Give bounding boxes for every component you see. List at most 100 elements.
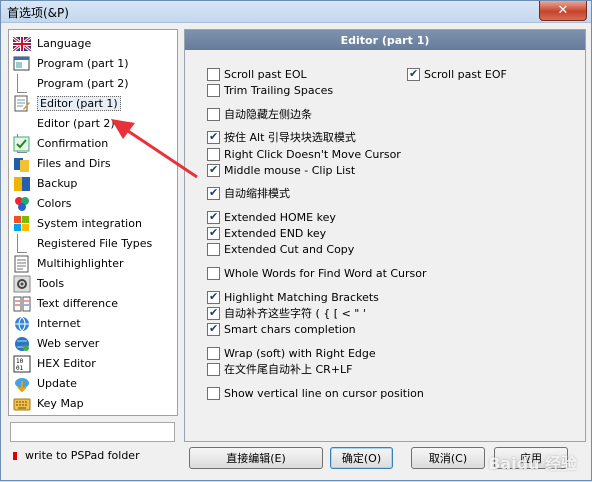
option-smart-chars[interactable]: Smart chars completion <box>207 321 356 337</box>
tree-item-label: Update <box>37 377 77 390</box>
tree-item-system-integration[interactable]: System integration <box>13 214 142 233</box>
tree-item-multihighlighter[interactable]: Multihighlighter <box>13 254 124 273</box>
pspad-note-label: write to PSPad folder <box>25 449 140 462</box>
ok-button[interactable]: 确定(O) <box>330 447 393 469</box>
tree-item-label: Colors <box>37 197 72 210</box>
tree-item-colors[interactable]: Colors <box>13 194 71 213</box>
option-middle-mouse-clip[interactable]: Middle mouse - Clip List <box>207 162 355 178</box>
option-alt-block-select[interactable]: 按住 Alt 引导块块选取模式 <box>207 129 356 145</box>
close-icon: ✕ <box>557 3 569 18</box>
option-label: Smart chars completion <box>224 322 356 336</box>
text-diff-icon <box>13 295 31 313</box>
checkbox[interactable] <box>207 186 220 200</box>
checkbox[interactable] <box>207 163 220 177</box>
checkbox[interactable] <box>207 242 220 256</box>
tree-filter-input[interactable] <box>10 422 175 442</box>
option-label: Highlight Matching Brackets <box>224 290 379 304</box>
tree-connector <box>17 234 27 253</box>
checkbox[interactable] <box>407 67 420 81</box>
tree-item-label: Editor (part 2) <box>37 117 115 130</box>
tree-item-update[interactable]: Update <box>13 374 77 393</box>
tree-item-internet[interactable]: Internet <box>13 314 81 333</box>
option-label: Show vertical line on cursor position <box>224 386 424 400</box>
option-label: 按住 Alt 引导块块选取模式 <box>224 131 356 144</box>
tree-item-editor-part1[interactable]: Editor (part 1) <box>13 94 121 113</box>
option-extended-home[interactable]: Extended HOME key <box>207 209 336 225</box>
svg-text:10: 10 <box>16 358 24 365</box>
tree-item-label: Confirmation <box>37 137 109 150</box>
option-auto-indent[interactable]: 自动缩排模式 <box>207 185 290 201</box>
hex-icon: 10 01 <box>13 355 31 373</box>
tree-item-tools[interactable]: Tools <box>13 274 64 293</box>
direct-edit-label: 直接编辑(E) <box>226 452 286 465</box>
option-right-click-cursor[interactable]: Right Click Doesn't Move Cursor <box>207 146 401 162</box>
checkbox[interactable] <box>207 83 220 97</box>
windows-icon <box>13 215 31 233</box>
option-auto-hide-left-bar[interactable]: 自动隐藏左侧边条 <box>207 106 312 122</box>
tree-item-hex-editor[interactable]: 10 01 HEX Editor <box>13 354 96 373</box>
option-label: 自动缩排模式 <box>224 187 290 200</box>
tree-item-web-server[interactable]: Web server <box>13 334 99 353</box>
close-button[interactable]: ✕ <box>539 1 587 21</box>
backup-icon <box>13 175 31 193</box>
files-icon <box>13 155 31 173</box>
checkbox[interactable] <box>207 107 220 121</box>
checkbox[interactable] <box>207 266 220 280</box>
ok-label: 确定(O) <box>341 452 382 465</box>
tree-item-program-part2[interactable]: Program (part 2) <box>37 74 129 93</box>
program-icon <box>13 55 31 73</box>
checkbox[interactable] <box>207 386 220 400</box>
tree-item-confirmation[interactable]: Confirmation <box>13 134 108 153</box>
option-scroll-past-eof[interactable]: Scroll past EOF <box>407 66 507 82</box>
tree-item-label: System integration <box>37 217 142 230</box>
checkbox[interactable] <box>207 322 220 336</box>
tree-item-label: Internet <box>37 317 81 330</box>
option-vertical-line[interactable]: Show vertical line on cursor position <box>207 385 424 401</box>
checkbox[interactable] <box>207 306 220 320</box>
option-label: Extended Cut and Copy <box>224 242 355 256</box>
tree-item-registered-file-types[interactable]: Registered File Types <box>37 234 152 253</box>
tree-item-text-difference[interactable]: Text difference <box>13 294 118 313</box>
tree-item-label: Registered File Types <box>37 237 153 250</box>
direct-edit-button[interactable]: 直接编辑(E) <box>189 447 323 469</box>
panel-header: Editor (part 1) <box>185 30 585 50</box>
preferences-window: 首选项(&P) ✕ Language Program (part 1) Prog… <box>0 0 592 481</box>
checkbox[interactable] <box>207 290 220 304</box>
option-auto-complete-chars[interactable]: 自动补齐这些字符 ( { [ < " ' <box>207 305 366 321</box>
checkbox[interactable] <box>207 67 220 81</box>
checkbox[interactable] <box>207 226 220 240</box>
tree-item-program-part1[interactable]: Program (part 1) <box>13 54 129 73</box>
option-label: Right Click Doesn't Move Cursor <box>224 147 401 161</box>
option-append-crlf[interactable]: 在文件尾自动补上 CR+LF <box>207 361 353 377</box>
tree-item-files-and-dirs[interactable]: Files and Dirs <box>13 154 111 173</box>
cancel-label: 取消(C) <box>428 452 468 465</box>
option-whole-words[interactable]: Whole Words for Find Word at Cursor <box>207 265 427 281</box>
option-trim-trailing-spaces[interactable]: Trim Trailing Spaces <box>207 82 333 98</box>
tree-item-key-map[interactable]: Key Map <box>13 394 84 413</box>
checkbox[interactable] <box>207 147 220 161</box>
tree-item-label: Key Map <box>37 397 84 410</box>
tools-icon <box>13 275 31 293</box>
tree-item-label: Editor (part 1) <box>37 96 121 111</box>
option-label: Extended END key <box>224 226 327 240</box>
option-scroll-past-eol[interactable]: Scroll past EOL <box>207 66 307 82</box>
apply-button[interactable]: 应用 <box>494 447 568 469</box>
option-label: Middle mouse - Clip List <box>224 163 356 177</box>
keyboard-icon <box>13 395 31 413</box>
option-extended-cut-copy[interactable]: Extended Cut and Copy <box>207 241 354 257</box>
option-extended-end[interactable]: Extended END key <box>207 225 326 241</box>
tree-item-editor-part2[interactable]: Editor (part 2) <box>37 114 115 133</box>
checkbox[interactable] <box>207 362 220 376</box>
tree-item-backup[interactable]: Backup <box>13 174 77 193</box>
option-wrap-soft[interactable]: Wrap (soft) with Right Edge <box>207 345 376 361</box>
checkbox[interactable] <box>207 346 220 360</box>
checkbox[interactable] <box>207 130 220 144</box>
uk-flag-icon <box>12 35 32 53</box>
pspad-folder-note: write to PSPad folder <box>13 449 140 462</box>
tree-item-language[interactable]: Language <box>12 34 91 53</box>
web-server-icon <box>13 335 31 353</box>
option-label: Extended HOME key <box>224 210 336 224</box>
option-highlight-brackets[interactable]: Highlight Matching Brackets <box>207 289 379 305</box>
cancel-button[interactable]: 取消(C) <box>411 447 485 469</box>
checkbox[interactable] <box>207 210 220 224</box>
